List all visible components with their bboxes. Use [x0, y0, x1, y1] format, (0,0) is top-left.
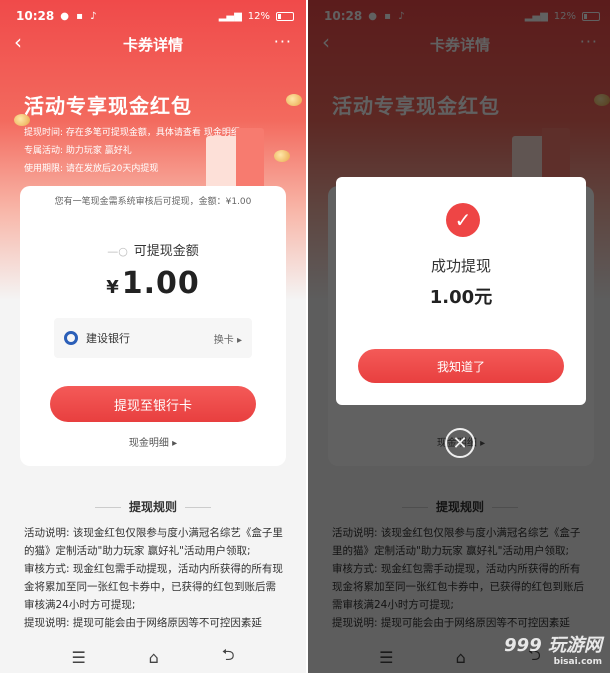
withdraw-card: 您有一笔现金需系统审核后可提现，金额：¥1.00 —○ 可提现金额 ¥1.00 建…: [20, 186, 286, 466]
back-icon[interactable]: ⮌: [222, 644, 235, 671]
info-text: 助力玩家 赢好礼: [65, 146, 132, 156]
close-icon[interactable]: ✕: [445, 428, 475, 458]
gift-box-decoration: [206, 128, 264, 194]
rules-text: 活动说明: 该现金红包仅限参与度小满冠名综艺《盒子里的猫》定制活动"助力玩家 赢…: [24, 524, 284, 632]
status-right: ▂▄▆ 12%: [219, 11, 294, 22]
rule-paragraph: 活动说明: 该现金红包仅限参与度小满冠名综艺《盒子里的猫》定制活动"助力玩家 赢…: [24, 527, 283, 557]
rule-paragraph: 审核方式: 现金红包需手动提现，活动内所获得的所有现金将累加至同一张红包卡券中，…: [24, 563, 283, 611]
promo-title: 活动专享现金红包: [24, 94, 192, 118]
coin-decoration: [274, 150, 290, 162]
withdraw-to-bank-button[interactable]: 提现至银行卡: [50, 386, 256, 422]
info-text: 存在多笔可提现金额，具体请查看: [65, 128, 201, 138]
dialog-amount: 1.00元: [429, 287, 493, 308]
notification-icons: ● ▪ ♪: [60, 10, 99, 22]
battery-percent: 12%: [247, 10, 270, 22]
info-label: 专属活动:: [24, 146, 64, 156]
info-label: 使用期限:: [24, 164, 64, 174]
rule-paragraph: 提现说明: 提现可能会由于网络原因等不可控因素延: [24, 617, 262, 629]
coin-decoration: [286, 94, 302, 106]
phone-screen-left: 10:28 ● ▪ ♪ ▂▄▆ 12% ‹ 卡券详情 ··· 活动专享现金红包 …: [0, 0, 306, 673]
review-notice: 您有一笔现金需系统审核后可提现，金额：¥1.00: [54, 197, 252, 207]
bank-name: 建设银行: [86, 332, 130, 345]
bank-logo-icon: [64, 331, 78, 345]
success-dialog: ✓ 成功提现 1.00元 我知道了: [336, 177, 586, 405]
page-title: 卡券详情: [122, 35, 183, 54]
cash-detail-link[interactable]: 现金明细 ▸: [20, 434, 286, 449]
withdraw-amount: ¥1.00: [106, 266, 200, 301]
nav-bar: ‹ 卡券详情 ···: [0, 30, 306, 58]
info-label: 提现时间:: [24, 128, 64, 138]
bank-selector[interactable]: 建设银行 换卡 ▸: [54, 318, 252, 358]
more-icon[interactable]: ···: [274, 32, 292, 51]
arrow-decoration-icon: —○: [107, 245, 128, 258]
ok-button[interactable]: 我知道了: [358, 349, 564, 383]
amount-label: —○ 可提现金额: [107, 244, 199, 259]
battery-icon: [276, 11, 294, 21]
status-bar: 10:28 ● ▪ ♪ ▂▄▆ 12%: [16, 6, 294, 26]
dialog-title: 成功提现: [430, 257, 491, 275]
system-nav-bar: ☰ ⌂ ⮌: [0, 641, 306, 673]
signal-icon: ▂▄▆: [218, 10, 242, 22]
watermark-logo: 999 玩游网 bisai.com: [504, 635, 602, 667]
check-icon: ✓: [446, 203, 480, 237]
status-time: 10:28: [16, 9, 55, 23]
rules-title: 提现规则: [0, 498, 306, 515]
back-icon[interactable]: ‹: [14, 30, 22, 54]
change-card-link[interactable]: 换卡 ▸: [214, 331, 242, 346]
info-text: 请在发放后20天内提现: [65, 164, 159, 174]
menu-icon[interactable]: ☰: [71, 648, 85, 667]
home-icon[interactable]: ⌂: [149, 648, 159, 667]
phone-screen-right: 10:28 ● ▪ ♪ ▂▄▆ 12% ‹ 卡券详情 ··· 活动专享现金红包 …: [306, 0, 610, 673]
